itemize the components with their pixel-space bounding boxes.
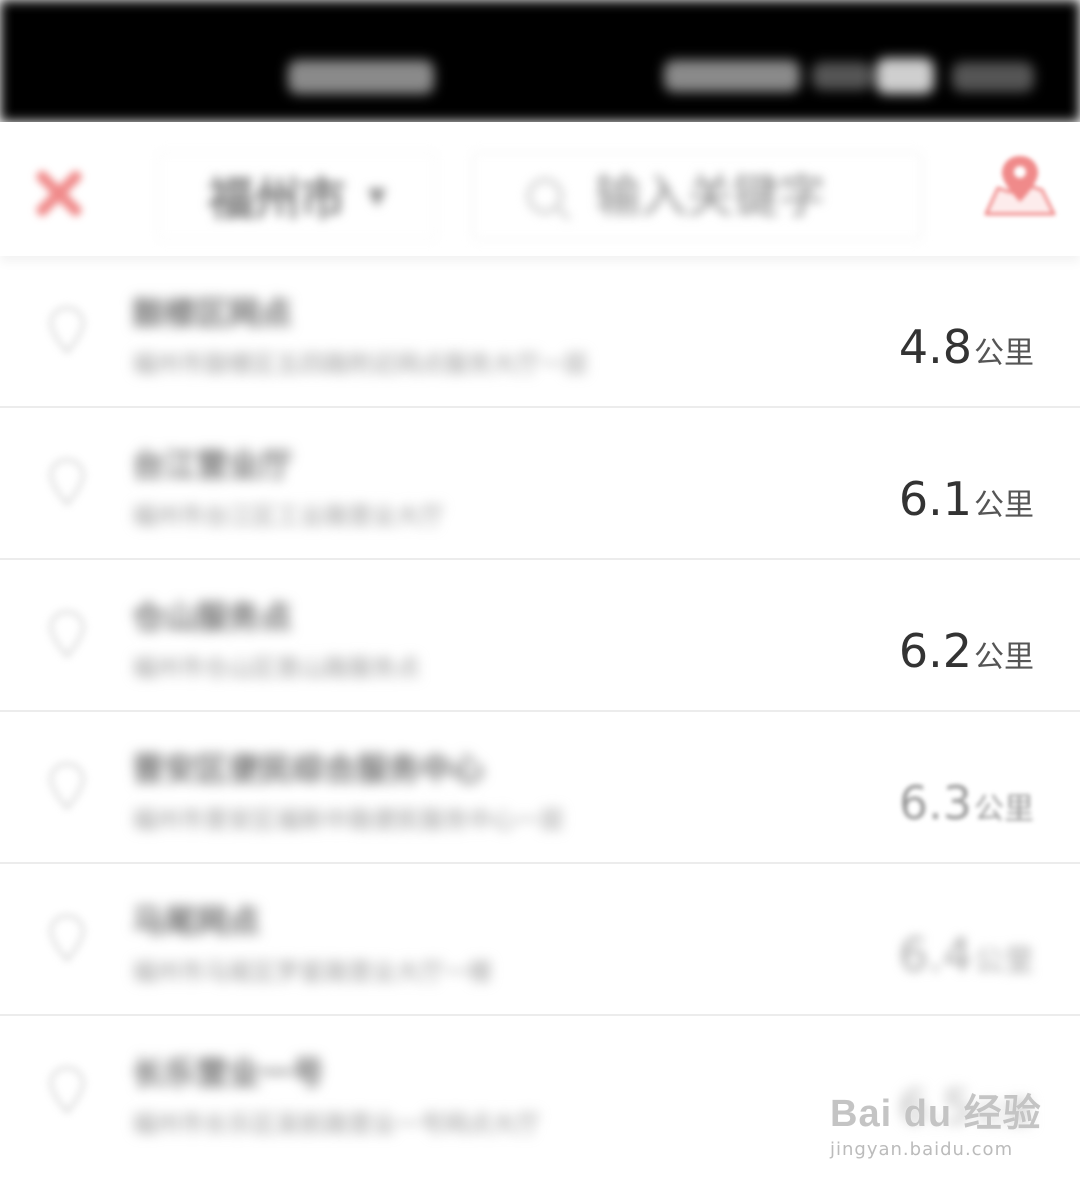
location-pin-icon (49, 762, 85, 811)
baidu-jingyan-watermark: Bai du 经验 jingyan.baidu.com (830, 1082, 1060, 1182)
city-label: 福州市 (207, 172, 346, 226)
item-name: 鼓楼区网点 (132, 294, 293, 332)
header-bar: 福州市 ▼ (0, 122, 1080, 256)
location-pin-icon (49, 1066, 85, 1115)
location-pin-icon (49, 306, 85, 355)
search-input[interactable] (593, 168, 897, 224)
item-name: 台江营业厅 (132, 446, 293, 484)
chevron-down-icon: ▼ (367, 182, 387, 210)
list-item[interactable]: 鼓楼区网点 福州市鼓楼区五四路附近网点服务大厅一层 4.8 公里 (0, 256, 1080, 408)
item-name: 马尾网点 (132, 902, 261, 940)
list-item[interactable]: 马尾网点 福州市马尾区罗星路营业大厅一楼 6.4 公里 (0, 864, 1080, 1016)
location-pin-icon (49, 458, 85, 507)
distance-value: 6.3 (898, 776, 972, 830)
search-icon (527, 178, 563, 214)
list-item[interactable]: 晋安区便民综合服务中心 福州市晋安区福新中路便民服务中心一层 6.3 公里 (0, 712, 1080, 864)
watermark-brand: Bai du 经验 (830, 1093, 1042, 1135)
distance-unit: 公里 (974, 488, 1034, 523)
item-distance: 6.3 公里 (899, 776, 1034, 830)
item-distance: 4.8 公里 (899, 320, 1034, 374)
close-icon[interactable] (26, 160, 92, 226)
item-address: 福州市长乐区吴航路营业一号网点大厅 (132, 1110, 540, 1138)
status-bar (0, 0, 1080, 122)
item-address: 福州市鼓楼区五四路附近网点服务大厅一层 (132, 350, 588, 378)
distance-value: 6.2 (898, 624, 972, 678)
distance-value: 6.1 (898, 472, 972, 526)
city-selector[interactable]: 福州市 ▼ (158, 152, 436, 240)
item-address: 福州市马尾区罗星路营业大厅一楼 (132, 958, 492, 986)
item-name: 晋安区便民综合服务中心 (132, 750, 485, 788)
map-pin-icon[interactable] (980, 152, 1060, 222)
distance-value: 4.8 (898, 320, 972, 374)
map-icon-svg (984, 156, 1056, 216)
item-address: 福州市仓山区首山路服务点 (132, 654, 420, 682)
item-name: 仓山服务点 (132, 598, 293, 636)
distance-unit: 公里 (974, 640, 1034, 675)
location-pin-icon (49, 914, 85, 963)
item-distance: 6.4 公里 (899, 928, 1034, 982)
watermark-site: jingyan.baidu.com (830, 1139, 1014, 1160)
list-item[interactable]: 仓山服务点 福州市仓山区首山路服务点 6.2 公里 (0, 560, 1080, 712)
item-distance: 6.1 公里 (899, 472, 1034, 526)
item-distance: 6.2 公里 (899, 624, 1034, 678)
item-address: 福州市晋安区福新中路便民服务中心一层 (132, 806, 564, 834)
item-name: 长乐营业一号 (132, 1054, 325, 1092)
location-pin-icon (49, 610, 85, 659)
distance-unit: 公里 (974, 944, 1034, 979)
item-address: 福州市台江区工业路营业大厅 (132, 502, 444, 530)
list-item[interactable]: 台江营业厅 福州市台江区工业路营业大厅 6.1 公里 (0, 408, 1080, 560)
distance-unit: 公里 (974, 792, 1034, 827)
location-list: 鼓楼区网点 福州市鼓楼区五四路附近网点服务大厅一层 4.8 公里 台江营业厅 福… (0, 256, 1080, 1166)
distance-unit: 公里 (974, 336, 1034, 371)
distance-value: 6.4 (898, 928, 972, 982)
search-box[interactable] (472, 152, 922, 240)
